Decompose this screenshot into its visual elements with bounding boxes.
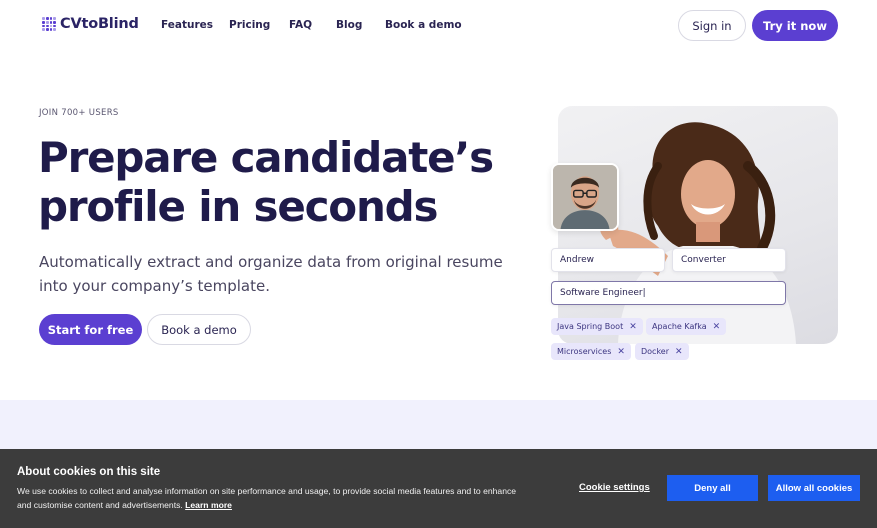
skill-tag: Java Spring Boot ✕	[551, 318, 643, 335]
nav-link-blog[interactable]: Blog	[336, 19, 362, 31]
cookie-text: We use cookies to collect and analyse in…	[17, 484, 527, 512]
hero-headline-line1: Prepare candidate’s	[38, 133, 494, 182]
first-name-field: Andrew	[551, 248, 665, 272]
hero-subtext: Automatically extract and organize data …	[39, 253, 503, 295]
nav-link-pricing[interactable]: Pricing	[229, 19, 270, 31]
start-for-free-button[interactable]: Start for free	[39, 314, 142, 345]
skill-tag: Docker ✕	[635, 343, 689, 360]
skill-tag: Microservices ✕	[551, 343, 631, 360]
skill-tag-label: Apache Kafka	[652, 322, 707, 331]
cookie-title: About cookies on this site	[17, 466, 161, 478]
hero-eyebrow: JOIN 700+ USERS	[39, 108, 119, 118]
close-icon: ✕	[629, 321, 637, 332]
hero-headline-line2: profile in seconds	[38, 182, 439, 231]
learn-more-link[interactable]: Learn more	[185, 500, 232, 510]
nav-link-faq[interactable]: FAQ	[289, 19, 312, 31]
last-name-field: Converter	[672, 248, 786, 272]
skill-tag-label: Docker	[641, 347, 670, 356]
skill-tag-label: Microservices	[557, 347, 612, 356]
man-avatar-photo	[551, 163, 619, 231]
close-icon: ✕	[617, 346, 625, 357]
cookie-banner: About cookies on this site We use cookie…	[0, 449, 877, 528]
skill-tag: Apache Kafka ✕	[646, 318, 727, 335]
logo-text: CVtoBlind	[60, 16, 139, 32]
cookie-description: We use cookies to collect and analyse in…	[17, 486, 517, 510]
nav-link-book-demo[interactable]: Book a demo	[385, 19, 462, 31]
man-portrait-illustration	[553, 165, 617, 229]
cookie-settings-link[interactable]: Cookie settings	[579, 482, 650, 493]
position-field: Software Engineer|	[551, 281, 786, 305]
allow-all-cookies-button[interactable]: Allow all cookies	[768, 475, 860, 501]
deny-all-button[interactable]: Deny all	[667, 475, 758, 501]
book-demo-button[interactable]: Book a demo	[147, 314, 251, 345]
sign-in-button[interactable]: Sign in	[678, 10, 746, 41]
nav-link-features[interactable]: Features	[161, 19, 213, 31]
top-navigation: CVtoBlind Features Pricing FAQ Blog Book…	[0, 0, 877, 52]
logo-grid-icon	[42, 17, 56, 31]
close-icon: ✕	[712, 321, 721, 332]
close-icon: ✕	[675, 346, 683, 357]
logo[interactable]: CVtoBlind	[42, 16, 139, 32]
try-it-now-button[interactable]: Try it now	[752, 10, 838, 41]
hero-headline: Prepare candidate’s profile in seconds	[38, 133, 538, 231]
skill-tag-label: Java Spring Boot	[557, 322, 624, 331]
